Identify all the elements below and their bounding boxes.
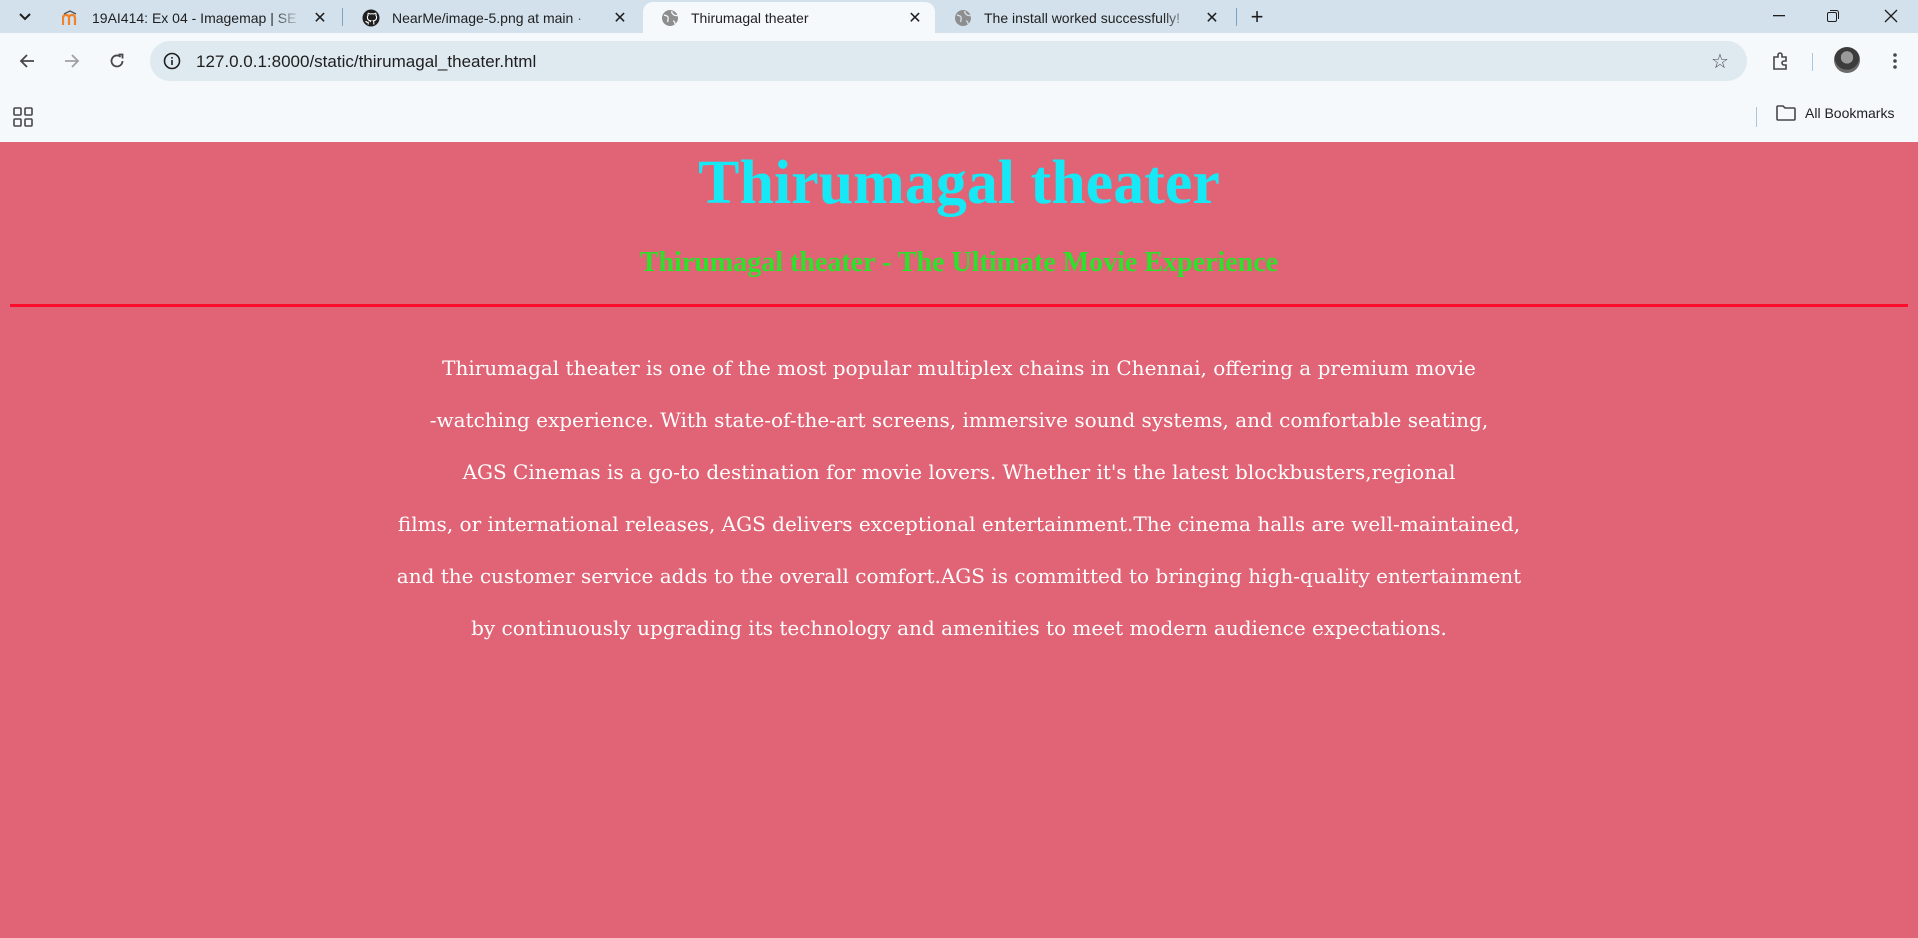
- close-icon[interactable]: ✕: [905, 8, 925, 28]
- reload-icon: [110, 53, 124, 68]
- tab-separator: [342, 8, 343, 26]
- browser-chrome: 19AI414: Ex 04 - Imagemap | SE ✕ NearMe/…: [0, 0, 1918, 142]
- menu-button[interactable]: [1880, 46, 1910, 76]
- github-icon: [362, 9, 380, 27]
- reload-button[interactable]: [102, 46, 132, 76]
- close-window-button[interactable]: [1868, 0, 1914, 32]
- tab-search-button[interactable]: [10, 4, 40, 30]
- restore-button[interactable]: [1810, 0, 1856, 32]
- address-bar[interactable]: 127.0.0.1:8000/static/thirumagal_theater…: [150, 41, 1747, 81]
- close-icon[interactable]: ✕: [310, 8, 330, 28]
- back-arrow-icon: [19, 54, 34, 68]
- tab-separator: [1236, 8, 1237, 26]
- puzzle-icon: [1773, 52, 1787, 70]
- all-bookmarks-button[interactable]: All Bookmarks: [1776, 105, 1894, 121]
- horizontal-rule: [10, 304, 1908, 307]
- tab-title: NearMe/image-5.png at main ·: [392, 9, 582, 26]
- minimize-icon: [1773, 15, 1785, 17]
- minimize-button[interactable]: [1756, 0, 1802, 32]
- new-tab-button[interactable]: +: [1242, 2, 1272, 32]
- paragraph-line: AGS Cinemas is a go-to destination for m…: [462, 460, 1456, 484]
- moodle-icon: [62, 9, 80, 27]
- page-title: Thirumagal theater: [698, 149, 1220, 217]
- close-icon[interactable]: ✕: [610, 8, 630, 28]
- paragraph-line: -watching experience. With state-of-the-…: [429, 408, 1489, 432]
- page-subtitle: Thirumagal theater - The Ultimate Movie …: [639, 247, 1279, 278]
- description-paragraph: Thirumagal theater is one of the most po…: [0, 342, 1918, 654]
- browser-toolbar: 127.0.0.1:8000/static/thirumagal_theater…: [0, 33, 1918, 142]
- close-icon: [1884, 9, 1898, 23]
- forward-arrow-icon: [65, 54, 80, 68]
- paragraph-line: films, or international releases, AGS de…: [397, 512, 1521, 536]
- paragraph-line: by continuously upgrading its technology…: [471, 616, 1447, 640]
- forward-button[interactable]: [57, 46, 87, 76]
- all-bookmarks-label: All Bookmarks: [1805, 105, 1895, 121]
- paragraph-line: Thirumagal theater is one of the most po…: [442, 356, 1476, 380]
- bookmark-star-icon[interactable]: ☆: [1709, 50, 1731, 73]
- tab-strip: 19AI414: Ex 04 - Imagemap | SE ✕ NearMe/…: [0, 0, 1918, 33]
- toolbar-separator: [1812, 53, 1813, 71]
- tab-nearme[interactable]: NearMe/image-5.png at main · ✕: [344, 2, 640, 33]
- web-page: Thirumagal theater Thirumagal theater - …: [0, 142, 1918, 938]
- apps-grid-icon[interactable]: [12, 106, 34, 128]
- restore-icon: [1827, 10, 1839, 22]
- back-button[interactable]: [12, 46, 42, 76]
- bookmarks-separator: [1756, 107, 1757, 127]
- site-info-icon[interactable]: [162, 51, 182, 71]
- tab-title: 19AI414: Ex 04 - Imagemap | SE: [92, 9, 297, 26]
- kebab-menu-icon: [1893, 53, 1897, 69]
- folder-icon: [1776, 105, 1796, 121]
- tab-imagemap[interactable]: 19AI414: Ex 04 - Imagemap | SE ✕: [44, 2, 340, 33]
- profile-avatar[interactable]: [1834, 47, 1860, 73]
- globe-icon: [661, 9, 679, 27]
- globe-icon: [954, 9, 972, 27]
- tab-install-worked[interactable]: The install worked successfully! ✕: [936, 2, 1232, 33]
- url-text[interactable]: 127.0.0.1:8000/static/thirumagal_theater…: [196, 52, 536, 72]
- close-icon[interactable]: ✕: [1202, 8, 1222, 28]
- tab-thirumagal-theater[interactable]: Thirumagal theater ✕: [643, 2, 935, 33]
- extensions-button[interactable]: [1766, 46, 1796, 76]
- paragraph-line: and the customer service adds to the ove…: [396, 564, 1522, 588]
- bookmarks-bar: All Bookmarks: [0, 93, 1918, 142]
- tab-title: The install worked successfully!: [984, 9, 1181, 26]
- chevron-down-icon: [19, 13, 31, 21]
- tab-title: Thirumagal theater: [691, 9, 809, 26]
